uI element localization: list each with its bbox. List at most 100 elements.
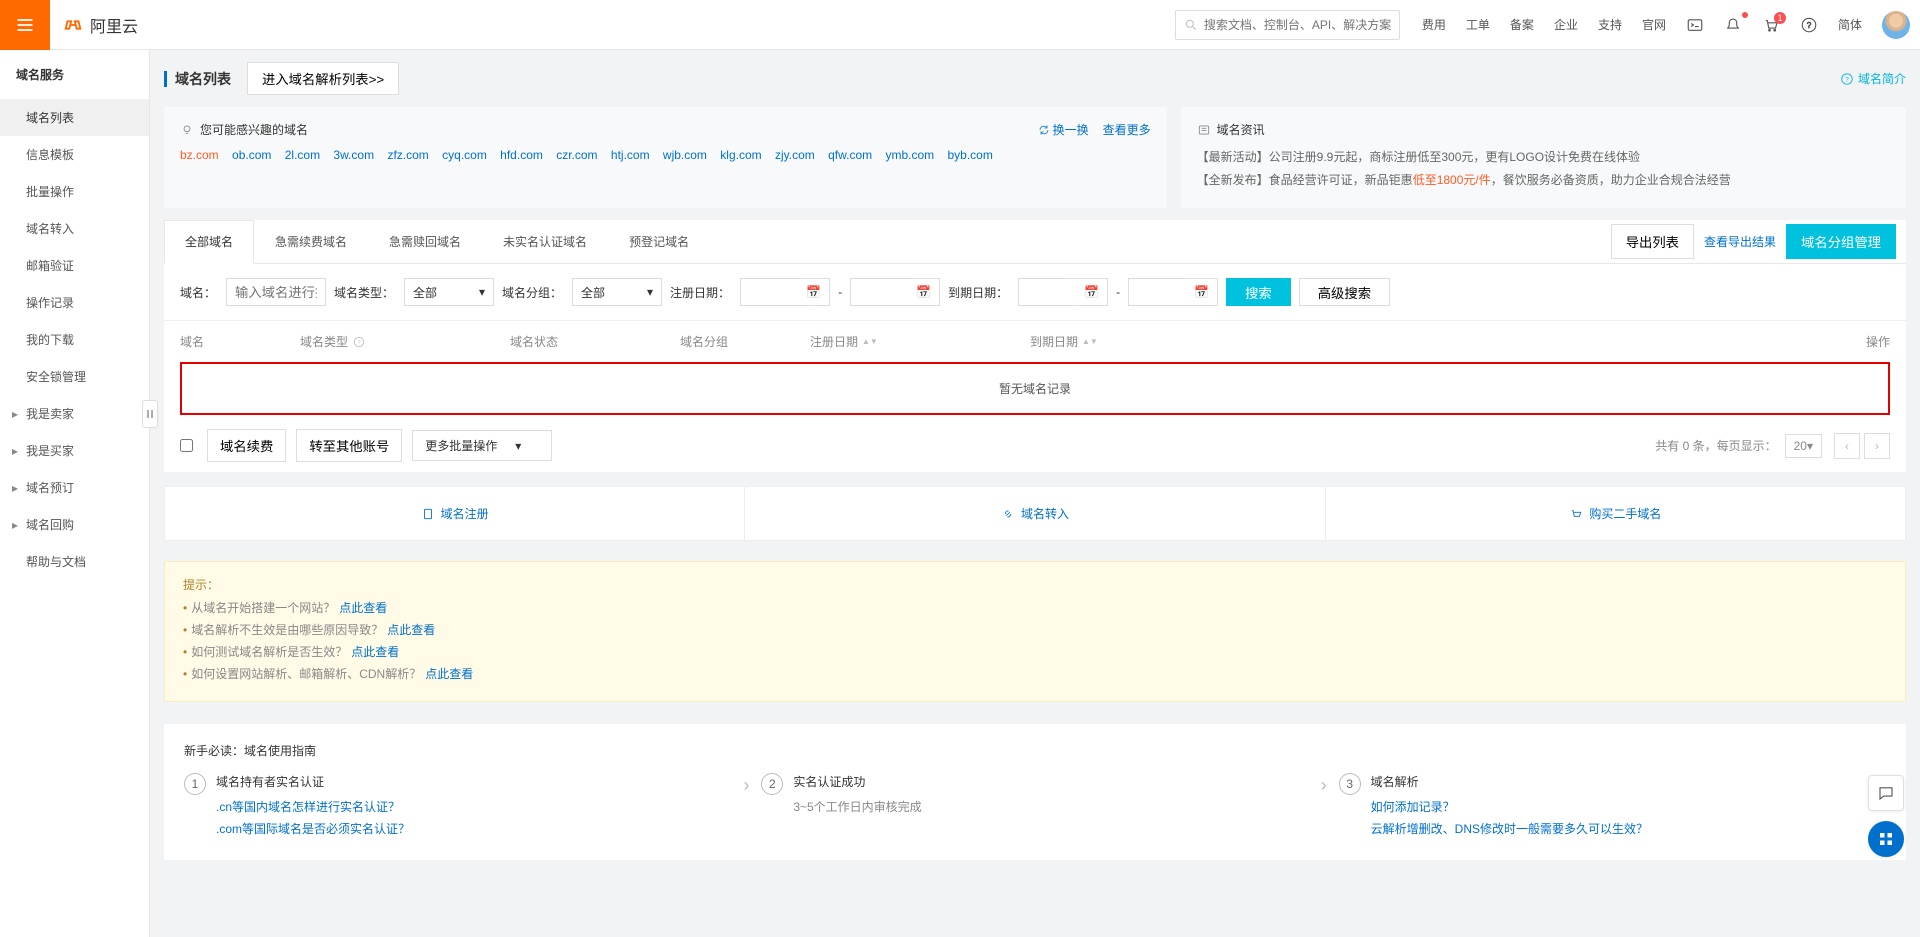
filter-type-select[interactable]: 全部▾ (404, 278, 494, 306)
intro-link[interactable]: ? 域名简介 (1840, 70, 1906, 87)
dom-0[interactable]: bz.com (180, 148, 219, 162)
side-oplog[interactable]: 操作记录 (0, 284, 149, 321)
dom-11[interactable]: zjy.com (775, 148, 815, 162)
dom-9[interactable]: wjb.com (663, 148, 707, 162)
dom-1[interactable]: ob.com (232, 148, 271, 162)
side-lock[interactable]: 安全锁管理 (0, 358, 149, 395)
search-button[interactable]: 搜索 (1226, 278, 1291, 306)
side-domain-list[interactable]: 域名列表 (0, 99, 149, 136)
light-icon (180, 123, 194, 137)
bulk-more-select[interactable]: 更多批量操作▾ (412, 430, 552, 461)
title-bar (164, 71, 167, 87)
dom-12[interactable]: qfw.com (828, 148, 872, 162)
bulk-transfer-button[interactable]: 转至其他账号 (296, 429, 402, 462)
side-transfer-in[interactable]: 域名转入 (0, 210, 149, 247)
side-seller[interactable]: ▸我是卖家 (0, 395, 149, 432)
float-chat-button[interactable] (1868, 775, 1904, 811)
dom-8[interactable]: htj.com (611, 148, 650, 162)
brand-text: 阿里云 (90, 13, 138, 37)
step-1-num: 1 (184, 773, 206, 795)
global-search-input[interactable] (1204, 18, 1391, 32)
hint-3-link[interactable]: 点此查看 (351, 645, 399, 659)
view-export-link[interactable]: 查看导出结果 (1704, 233, 1776, 250)
top-link-enterprise[interactable]: 企业 (1554, 16, 1578, 33)
menu-toggle[interactable] (0, 0, 50, 50)
side-template[interactable]: 信息模板 (0, 136, 149, 173)
side-buyer[interactable]: ▸我是买家 (0, 432, 149, 469)
cart-icon[interactable]: 1 (1762, 16, 1780, 34)
bulk-renew-button[interactable]: 域名续费 (207, 429, 286, 462)
filter-reg-end[interactable]: 📅 (850, 278, 940, 306)
dom-4[interactable]: zfz.com (387, 148, 428, 162)
dom-3[interactable]: 3w.com (333, 148, 374, 162)
pager-prev[interactable]: ‹ (1834, 433, 1860, 459)
step-1-link-1[interactable]: .cn等国内域名怎样进行实名认证？ (216, 798, 410, 815)
tab-unverified[interactable]: 未实名认证域名 (482, 220, 608, 263)
news-2[interactable]: 【全新发布】食品经营许可证，新品钜惠低至1800元/件，餐饮服务必备资质，助力企… (1197, 171, 1890, 188)
guide-title: 新手必读：域名使用指南 (184, 742, 1886, 759)
filter-reg-label: 注册日期： (670, 284, 730, 301)
pager-next[interactable]: › (1864, 433, 1890, 459)
side-email-verify[interactable]: 邮箱验证 (0, 247, 149, 284)
dom-5[interactable]: cyq.com (442, 148, 487, 162)
dom-2[interactable]: 2l.com (285, 148, 320, 162)
help-icon[interactable]: ? (1800, 16, 1818, 34)
filter-group-select[interactable]: 全部▾ (572, 278, 662, 306)
news-1[interactable]: 【最新活动】公司注册9.9元起，商标注册低至300元，更有LOGO设计免费在线体… (1197, 148, 1890, 165)
group-manage-button[interactable]: 域名分组管理 (1786, 224, 1896, 259)
top-link-support[interactable]: 支持 (1598, 16, 1622, 33)
hint-2: •域名解析不生效是由哪些原因导致？点此查看 (183, 621, 1887, 638)
hint-2-link[interactable]: 点此查看 (387, 623, 435, 637)
dom-14[interactable]: byb.com (947, 148, 992, 162)
bell-icon[interactable] (1724, 16, 1742, 34)
dom-10[interactable]: klg.com (720, 148, 761, 162)
select-all-checkbox[interactable] (180, 439, 193, 452)
advanced-search-button[interactable]: 高级搜索 (1299, 278, 1390, 306)
card-buy-used[interactable]: 购买二手域名 (1326, 487, 1905, 540)
card-register[interactable]: 域名注册 (165, 487, 745, 540)
side-help[interactable]: 帮助与文档 (0, 543, 149, 580)
sidebar-collapse[interactable] (142, 400, 158, 428)
goto-dns-list-button[interactable]: 进入域名解析列表>> (247, 62, 399, 95)
panel-a-title: 您可能感兴趣的域名 (200, 121, 308, 138)
th-status: 域名状态 (510, 333, 680, 350)
top-link-fee[interactable]: 费用 (1422, 16, 1446, 33)
top-link-site[interactable]: 官网 (1642, 16, 1666, 33)
top-link-icp[interactable]: 备案 (1510, 16, 1534, 33)
tab-renew[interactable]: 急需续费域名 (254, 220, 368, 263)
step-3-link-2[interactable]: 云解析增删改、DNS修改时一般需要多久可以生效？ (1371, 820, 1648, 837)
more-link[interactable]: 查看更多 (1103, 121, 1151, 138)
dom-13[interactable]: ymb.com (885, 148, 934, 162)
side-download[interactable]: 我的下载 (0, 321, 149, 358)
dom-7[interactable]: czr.com (556, 148, 597, 162)
side-reserve[interactable]: ▸域名预订 (0, 469, 149, 506)
hint-1-link[interactable]: 点此查看 (339, 601, 387, 615)
page-size-select[interactable]: 20 ▾ (1785, 434, 1822, 458)
float-apps-button[interactable] (1868, 821, 1904, 857)
card-transfer-in[interactable]: 域名转入 (745, 487, 1325, 540)
dom-6[interactable]: hfd.com (500, 148, 543, 162)
lang-switch[interactable]: 简体 (1838, 16, 1862, 33)
hint-4-link[interactable]: 点此查看 (425, 667, 473, 681)
help-icon[interactable]: ? (352, 335, 366, 349)
step-1-link-2[interactable]: .com等国际域名是否必须实名认证？ (216, 820, 410, 837)
top-link-ticket[interactable]: 工单 (1466, 16, 1490, 33)
tab-all[interactable]: 全部域名 (164, 220, 254, 264)
tab-redeem[interactable]: 急需赎回域名 (368, 220, 482, 263)
side-buyback[interactable]: ▸域名回购 (0, 506, 149, 543)
brand-logo[interactable]: 阿里云 (62, 13, 138, 37)
filter-reg-start[interactable]: 📅 (740, 278, 830, 306)
refresh-link[interactable]: 换一换 (1038, 121, 1089, 138)
filter-domain-input[interactable] (226, 278, 326, 306)
filter-exp-end[interactable]: 📅 (1128, 278, 1218, 306)
avatar[interactable] (1882, 11, 1910, 39)
filter-exp-start[interactable]: 📅 (1018, 278, 1108, 306)
side-batch[interactable]: 批量操作 (0, 173, 149, 210)
th-exp-date[interactable]: 到期日期▲▼ (1030, 333, 1340, 350)
th-reg-date[interactable]: 注册日期▲▼ (810, 333, 1030, 350)
shell-icon[interactable] (1686, 16, 1704, 34)
global-search[interactable] (1175, 10, 1400, 40)
tab-prereg[interactable]: 预登记域名 (608, 220, 710, 263)
step-3-link-1[interactable]: 如何添加记录？ (1371, 798, 1648, 815)
export-button[interactable]: 导出列表 (1611, 224, 1694, 259)
